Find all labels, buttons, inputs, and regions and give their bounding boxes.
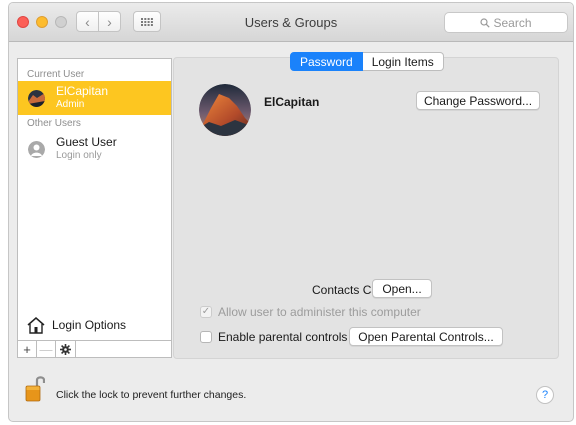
action-menu-button[interactable] [56, 341, 76, 357]
add-user-button[interactable]: + [18, 341, 37, 357]
change-password-button[interactable]: Change Password... [416, 91, 540, 110]
user-name: ElCapitan [56, 84, 109, 98]
search-icon [480, 17, 491, 28]
login-options-label: Login Options [52, 318, 127, 332]
user-name: Guest User [56, 135, 117, 149]
house-icon [27, 317, 45, 334]
parental-controls-option: Enable parental controls [200, 330, 347, 344]
users-sidebar: Current User ElCapitan Admin Other Users… [17, 58, 172, 358]
other-users-header: Other Users [27, 118, 81, 129]
checkmark-icon: ✓ [201, 306, 211, 317]
user-role: Admin [56, 99, 85, 110]
account-name: ElCapitan [264, 95, 320, 109]
search-placeholder: Search [493, 15, 532, 30]
tab-login-items[interactable]: Login Items [362, 52, 444, 71]
title-bar: ‹ › Users & Groups Search [9, 3, 573, 42]
help-button[interactable]: ? [536, 386, 554, 404]
tab-bar: Password Login Items [290, 52, 444, 71]
user-avatar-icon [28, 90, 45, 107]
login-options-item[interactable]: Login Options [18, 312, 171, 340]
allow-admin-label: Allow user to administer this computer [218, 305, 421, 319]
user-item-guest[interactable]: Guest User Login only [18, 132, 171, 166]
open-contacts-card-button[interactable]: Open... [372, 279, 432, 298]
open-parental-controls-button[interactable]: Open Parental Controls... [349, 327, 503, 346]
plus-icon: + [23, 341, 31, 357]
user-item-elcapitan[interactable]: ElCapitan Admin [18, 81, 171, 115]
user-picture[interactable] [199, 84, 251, 136]
gear-icon [60, 343, 71, 355]
parental-controls-label: Enable parental controls [218, 330, 348, 344]
tab-password[interactable]: Password [290, 52, 363, 71]
current-user-header: Current User [27, 69, 85, 80]
allow-admin-checkbox[interactable]: ✓ [200, 306, 212, 318]
user-role: Login only [56, 150, 102, 161]
parental-controls-checkbox[interactable] [200, 331, 212, 343]
search-field[interactable]: Search [444, 12, 568, 33]
minus-icon: — [39, 341, 53, 357]
remove-user-button[interactable]: — [37, 341, 56, 357]
lock-icon[interactable] [25, 374, 45, 402]
lock-status-text: Click the lock to prevent further change… [56, 389, 247, 401]
guest-avatar-icon [28, 141, 45, 158]
sidebar-button-bar: + — [18, 340, 171, 357]
allow-admin-option: ✓ Allow user to administer this computer [200, 305, 421, 319]
